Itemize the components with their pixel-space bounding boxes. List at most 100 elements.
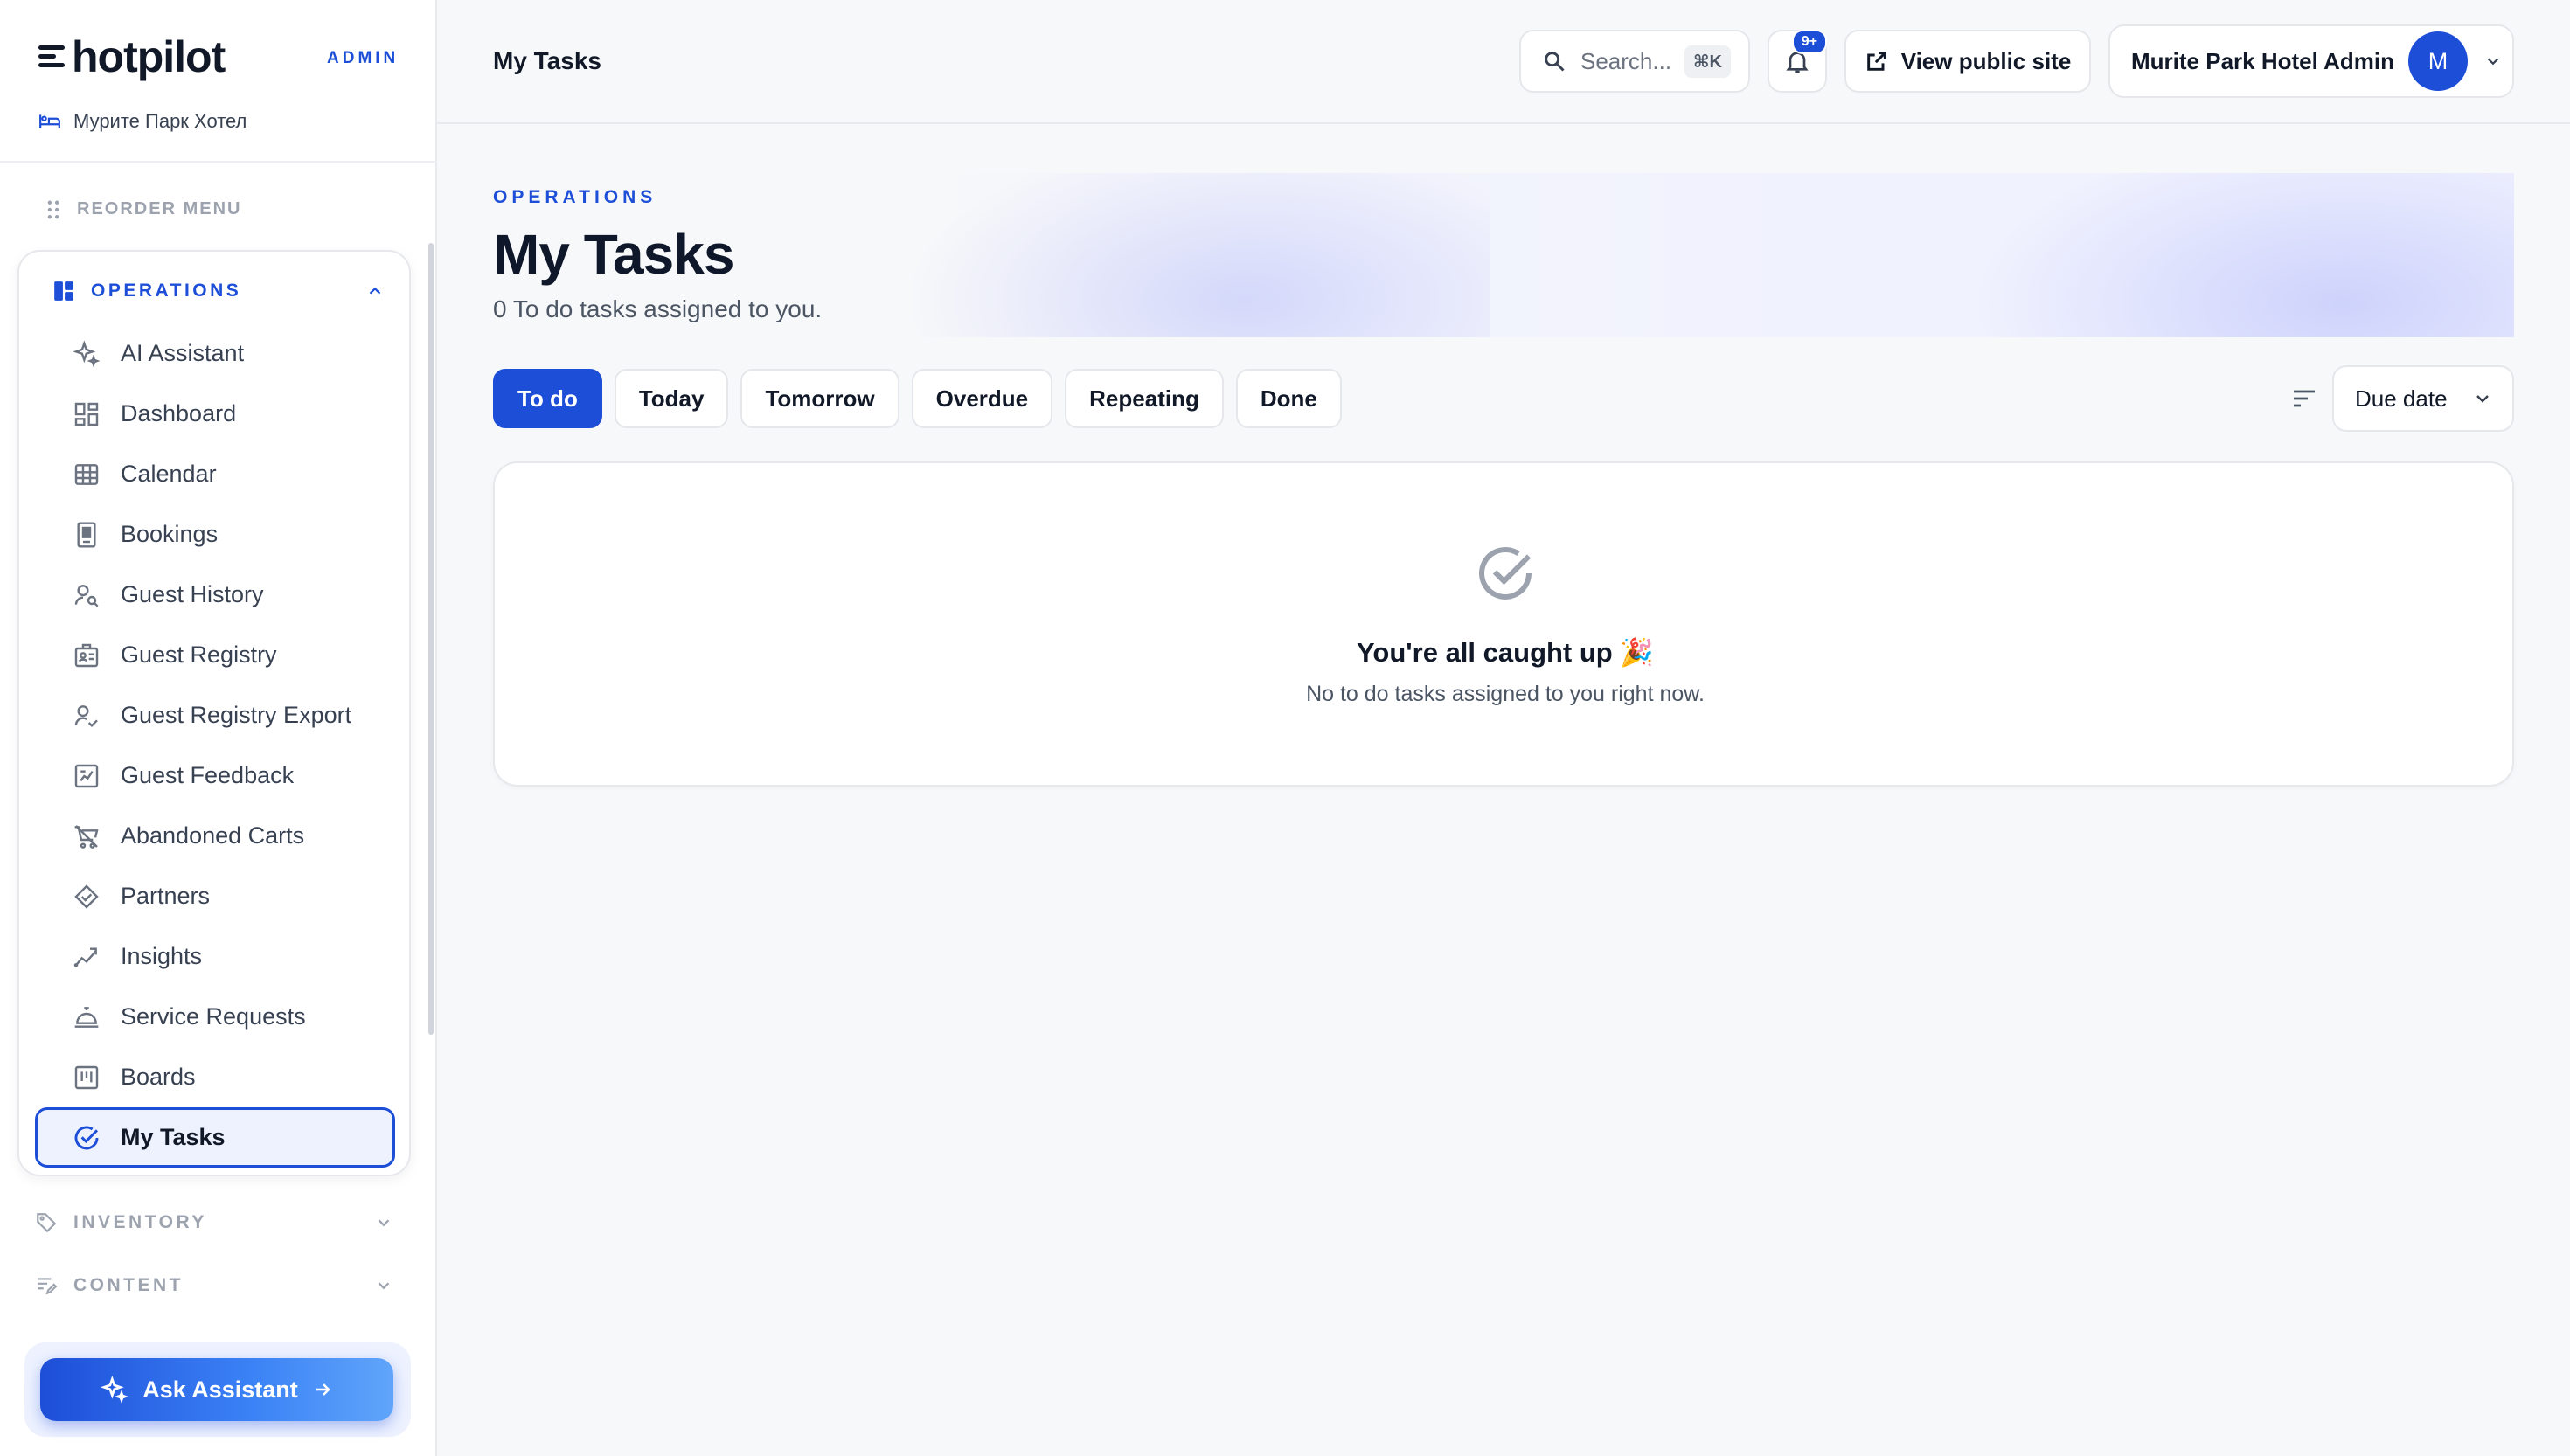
text-edit-icon [38,1278,58,1295]
chevron-down-icon [2476,395,2489,403]
handshake-icon [72,882,101,912]
operations-label: OPERATIONS [91,281,242,301]
sidebar-item-guest-feedback[interactable]: Guest Feedback [35,745,395,806]
admin-badge: ADMIN [327,49,399,67]
tab-to-do[interactable]: To do [493,369,602,428]
tab-done[interactable]: Done [1235,369,1342,428]
sidebar-scrollbar[interactable] [428,243,434,1035]
tab-tomorrow[interactable]: Tomorrow [740,369,900,428]
sidebar-item-abandoned-carts[interactable]: Abandoned Carts [35,806,395,866]
sidebar-item-label: Calendar [121,461,217,487]
brand-logo[interactable]: hotpilot [38,32,226,81]
sidebar-item-label: Guest Feedback [121,762,295,788]
sidebar-item-label: Guest Registry Export [121,702,352,728]
task-filter-tabs: To do Today Tomorrow Overdue Repeating D… [493,369,1342,428]
sidebar-item-label: My Tasks [121,1124,226,1150]
bed-icon [39,114,60,128]
search-input[interactable]: Search... ⌘K [1519,30,1750,93]
brand-name: hotpilot [72,32,226,81]
section-kicker: OPERATIONS [493,187,657,207]
tab-today[interactable]: Today [614,369,729,428]
chevron-down-icon [378,1282,390,1290]
inventory-label: INVENTORY [73,1212,207,1232]
hotel-name: Мурите Парк Хотел [73,110,247,132]
sidebar-item-label: Boards [121,1064,196,1090]
service-bell-icon [72,1002,101,1032]
sidebar-item-my-tasks[interactable]: My Tasks [35,1107,395,1168]
account-menu[interactable]: Murite Park Hotel Admin M [2108,24,2514,98]
user-search-icon [72,580,101,610]
feedback-icon [72,761,101,791]
sidebar-item-insights[interactable]: Insights [35,926,395,987]
ask-assistant-container: Ask Assistant [24,1342,411,1437]
sidebar-item-guest-history[interactable]: Guest History [35,565,395,625]
sparkles-icon [101,1376,129,1404]
search-shortcut: ⌘K [1684,45,1731,78]
reorder-menu-label: REORDER MENU [77,199,242,218]
operations-header[interactable]: OPERATIONS [52,280,385,302]
sidebar-item-bookings[interactable]: Bookings [35,504,395,565]
grid-calendar-icon [72,460,101,489]
page-subtitle: 0 To do tasks assigned to you. [493,295,823,322]
ask-assistant-label: Ask Assistant [142,1376,298,1403]
reorder-menu-button[interactable]: REORDER MENU [45,199,241,219]
empty-state-card: You're all caught up 🎉 No to do tasks as… [493,461,2514,787]
tag-icon [37,1213,57,1233]
hotel-selector[interactable]: Мурите Парк Хотел [38,110,247,133]
chevron-down-icon [2487,58,2499,66]
sidebar-item-label: Abandoned Carts [121,822,305,849]
sidebar: hotpilot ADMIN Мурите Парк Хотел REORDER… [0,0,437,1456]
user-check-icon [72,701,101,731]
ask-assistant-button[interactable]: Ask Assistant [40,1358,393,1421]
drag-handle-icon [47,200,59,218]
sidebar-item-calendar[interactable]: Calendar [35,444,395,504]
sidebar-item-label: Partners [121,883,211,909]
sort-select[interactable]: Due date [2332,365,2514,432]
inventory-section-header[interactable]: INVENTORY [35,1211,393,1234]
sidebar-item-label: Dashboard [121,400,237,426]
chart-line-icon [72,942,101,972]
sidebar-item-dashboard[interactable]: Dashboard [35,384,395,444]
sidebar-item-label: Guest Registry [121,641,277,668]
sidebar-item-guest-registry-export[interactable]: Guest Registry Export [35,685,395,745]
check-circle-icon [72,1123,101,1153]
sidebar-item-label: AI Assistant [121,340,245,366]
tab-repeating[interactable]: Repeating [1065,369,1224,428]
sidebar-item-service-requests[interactable]: Service Requests [35,987,395,1047]
page-title: My Tasks [493,47,601,74]
content-section-header[interactable]: CONTENT [35,1274,393,1297]
sort-value: Due date [2355,385,2448,412]
sparkles-icon [72,339,101,369]
check-circle-icon [1479,546,1532,600]
tab-overdue[interactable]: Overdue [911,369,1053,428]
search-icon [1545,52,1565,72]
kanban-icon [72,1063,101,1092]
id-card-icon [72,641,101,670]
external-link-icon [1866,52,1886,71]
sidebar-item-ai-assistant[interactable]: AI Assistant [35,323,395,384]
chevron-up-icon [369,287,381,295]
avatar: M [2407,31,2468,91]
divider [0,161,437,163]
notifications-button[interactable]: 9+ [1768,30,1827,93]
sidebar-item-label: Bookings [121,521,219,547]
account-name: Murite Park Hotel Admin [2131,47,2394,74]
booking-icon [72,520,101,550]
sidebar-item-guest-registry[interactable]: Guest Registry [35,625,395,685]
cart-off-icon [72,822,101,851]
operations-nav: AI Assistant Dashboard Calendar Bookings… [35,323,395,1168]
view-public-site-button[interactable]: View public site [1844,30,2091,93]
operations-section: OPERATIONS AI Assistant Dashboard Calend… [17,250,411,1176]
empty-state-message: No to do tasks assigned to you right now… [1306,682,1705,706]
empty-state-title: You're all caught up 🎉 [1357,637,1654,668]
view-public-site-label: View public site [1900,47,2072,74]
sidebar-item-label: Guest History [121,581,264,607]
chevron-down-icon [378,1219,390,1227]
sidebar-item-label: Insights [121,943,203,969]
sidebar-item-boards[interactable]: Boards [35,1047,395,1107]
search-placeholder: Search... [1580,47,1672,74]
notification-badge: 9+ [1791,30,1827,54]
sidebar-item-partners[interactable]: Partners [35,866,395,926]
content-label: CONTENT [73,1275,184,1295]
sort-icon[interactable] [2290,385,2318,413]
